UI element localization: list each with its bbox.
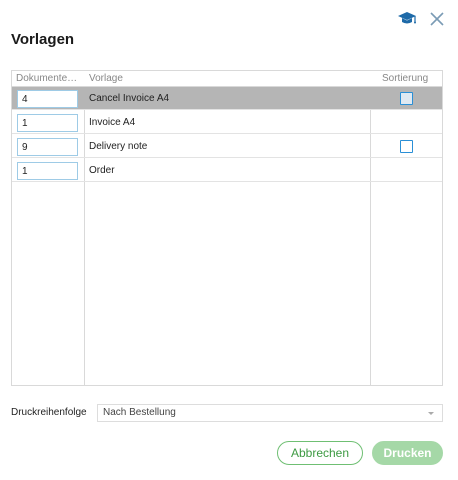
templates-dialog: Vorlagen Dokumente… Vorlage Sortierung C… xyxy=(0,0,458,480)
document-count-input[interactable] xyxy=(17,162,78,180)
table-row[interactable]: Delivery note xyxy=(12,135,442,158)
document-count-input[interactable] xyxy=(17,90,78,108)
templates-grid: Dokumente… Vorlage Sortierung Cancel Inv… xyxy=(11,70,443,386)
document-count-input[interactable] xyxy=(17,138,78,156)
table-row[interactable]: Order xyxy=(12,159,442,182)
header-sort[interactable]: Sortierung xyxy=(382,71,428,86)
print-order-value: Nach Bestellung xyxy=(103,407,176,418)
chevron-down-icon xyxy=(428,412,434,415)
close-icon[interactable] xyxy=(426,9,448,29)
print-button[interactable]: Drucken xyxy=(372,441,443,465)
grid-header: Dokumente… Vorlage Sortierung xyxy=(12,71,442,87)
sort-checkbox[interactable] xyxy=(400,92,413,105)
table-row[interactable]: Cancel Invoice A4 xyxy=(12,87,442,110)
graduation-cap-icon[interactable] xyxy=(396,9,418,29)
template-name: Invoice A4 xyxy=(89,117,136,128)
document-count-input[interactable] xyxy=(17,114,78,132)
template-name: Order xyxy=(89,165,115,176)
dialog-title: Vorlagen xyxy=(11,31,75,48)
print-order-label: Druckreihenfolge xyxy=(11,407,87,418)
dialog-top-icons xyxy=(396,9,448,29)
print-order-select[interactable]: Nach Bestellung xyxy=(97,404,443,422)
template-name: Delivery note xyxy=(89,141,148,152)
template-name: Cancel Invoice A4 xyxy=(89,93,170,104)
cancel-button[interactable]: Abbrechen xyxy=(277,441,363,465)
table-row[interactable]: Invoice A4 xyxy=(12,111,442,134)
print-order-row: Druckreihenfolge Nach Bestellung xyxy=(11,404,443,422)
header-template[interactable]: Vorlage xyxy=(89,71,123,86)
sort-checkbox[interactable] xyxy=(400,140,413,153)
header-document-count[interactable]: Dokumente… xyxy=(16,71,82,86)
